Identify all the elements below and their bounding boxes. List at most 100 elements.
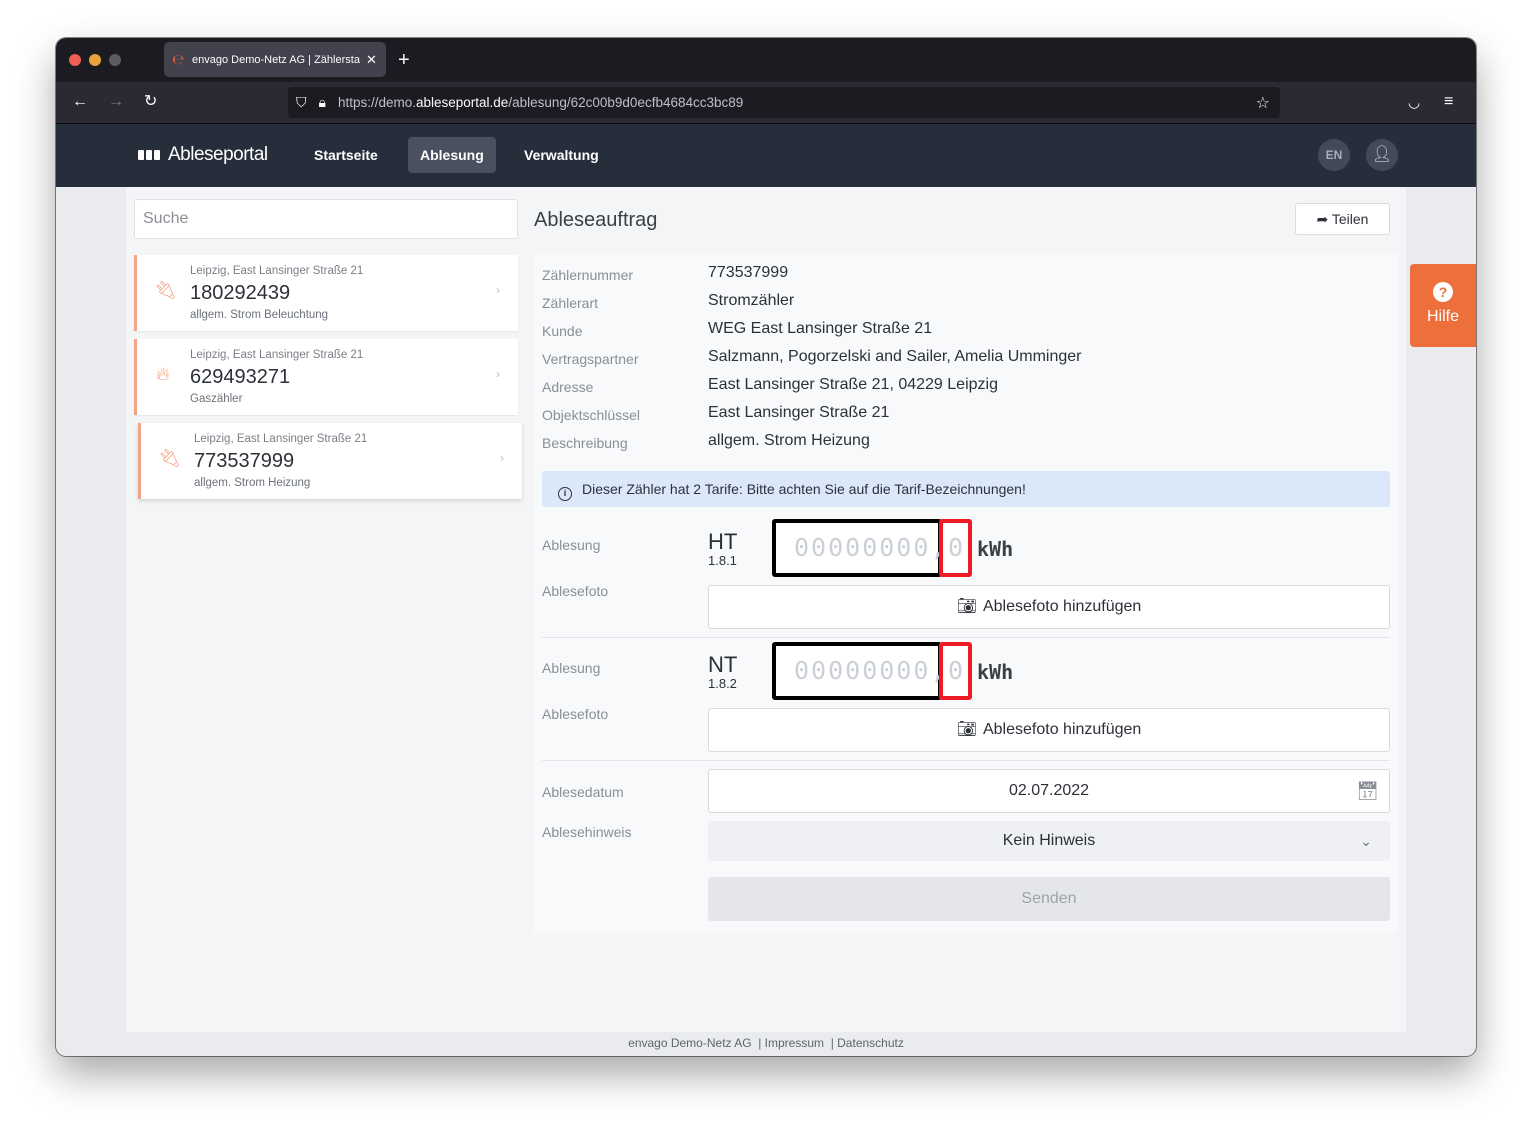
hint-value: Kein Hinweis xyxy=(1002,832,1096,849)
help-button[interactable]: ? Hilfe xyxy=(1410,264,1476,347)
nav-ablesung[interactable]: Ablesung xyxy=(408,137,496,173)
reading-unit: kWh xyxy=(977,660,1014,684)
shield-icon[interactable]: ⛉ xyxy=(296,94,307,111)
meter-list-item-selected[interactable]: 🔌︎ Leipzig, East Lansinger Straße 21 773… xyxy=(138,423,522,499)
detail-value: Salzmann, Pogorzelski and Sailer, Amelia… xyxy=(708,348,1082,365)
maximize-window-button[interactable] xyxy=(109,54,121,66)
detail-label: Objektschlüssel xyxy=(542,407,641,423)
plug-icon: 🔌︎ xyxy=(154,280,177,300)
help-label: Hilfe xyxy=(1426,308,1459,325)
tariff-code: NT xyxy=(708,652,738,677)
share-label: Teilen xyxy=(1331,211,1369,227)
detail-value: East Lansinger Straße 21 xyxy=(708,404,890,421)
meter-description: Gaszähler xyxy=(190,393,243,405)
hamburger-menu-icon[interactable]: ≡ xyxy=(1444,92,1453,112)
reading-digits-input[interactable]: 00000000, xyxy=(772,519,945,577)
tariff-info-alert: i Dieser Zähler hat 2 Tarife: Bitte achte… xyxy=(542,471,1390,507)
divider xyxy=(542,760,1390,761)
footer-company: envago Demo-Netz AG xyxy=(628,1036,752,1050)
tab-title: envago Demo-Netz AG | Zählerstand xyxy=(192,53,360,66)
tab-strip: ℮ envago Demo-Netz AG | Zählerstand ✕ + xyxy=(56,38,1476,82)
tariff-obis: 1.8.1 xyxy=(708,553,737,568)
meter-number: 773537999 xyxy=(194,450,295,472)
meter-description: allgem. Strom Beleuchtung xyxy=(190,309,329,321)
send-button[interactable]: Senden xyxy=(708,877,1390,921)
reading-date-input[interactable]: 02.07.2022 📅︎ xyxy=(708,769,1390,813)
search-input[interactable]: Suche xyxy=(134,199,518,239)
photo-label: Ablesefoto xyxy=(542,583,609,599)
detail-label: Beschreibung xyxy=(542,435,628,451)
camera-icon: 📷︎ xyxy=(956,721,977,738)
plug-icon: 🔌︎ xyxy=(158,448,181,468)
detail-label: Zählernummer xyxy=(542,267,634,283)
chevron-down-icon: ⌄ xyxy=(1360,833,1372,849)
chevron-right-icon: › xyxy=(500,451,504,465)
alert-text: Dieser Zähler hat 2 Tarife: Bitte achten… xyxy=(582,481,1026,497)
new-tab-icon[interactable]: + xyxy=(398,48,410,72)
detail-value: WEG East Lansinger Straße 21 xyxy=(708,320,933,337)
footer-imprint-link[interactable]: | Impressum xyxy=(758,1036,824,1050)
minimize-window-button[interactable] xyxy=(89,54,101,66)
tariff-obis: 1.8.2 xyxy=(708,676,737,691)
add-photo-button[interactable]: 📷︎ Ablesefoto hinzufügen xyxy=(708,585,1390,629)
nav-verwaltung[interactable]: Verwaltung xyxy=(512,137,611,173)
browser-window: ℮ envago Demo-Netz AG | Zählerstand ✕ + … xyxy=(56,38,1476,1056)
meter-address: Leipzig, East Lansinger Straße 21 xyxy=(190,265,364,277)
nav-startseite[interactable]: Startseite xyxy=(302,137,390,173)
date-label: Ablesedatum xyxy=(542,784,624,800)
photo-label: Ablesefoto xyxy=(542,706,609,722)
detail-label: Vertragspartner xyxy=(542,351,639,367)
detail-label: Adresse xyxy=(542,379,594,395)
back-arrow-icon[interactable]: ← xyxy=(72,92,88,112)
camera-icon: 📷︎ xyxy=(956,598,977,615)
close-window-button[interactable] xyxy=(69,54,81,66)
forward-arrow-icon[interactable]: → xyxy=(108,92,124,112)
reading-form: Zählernummer 773537999 Zählerart Stromzä… xyxy=(534,253,1398,933)
meter-number: 629493271 xyxy=(190,366,291,388)
language-switch-button[interactable]: EN xyxy=(1318,139,1350,171)
footer-privacy-link[interactable]: | Datenschutz xyxy=(831,1036,904,1050)
browser-toolbar: ← → ↻ ⛉ 🔒︎ https://demo.ableseportal.de/… xyxy=(56,82,1476,124)
chevron-right-icon: › xyxy=(496,283,500,297)
reading-decimal-input[interactable]: 0 xyxy=(939,642,972,700)
close-tab-icon[interactable]: ✕ xyxy=(366,52,377,68)
app-header: Ableseportal Startseite Ablesung Verwalt… xyxy=(56,124,1476,187)
logo-text: Ableseportal xyxy=(168,144,268,165)
bookmark-star-icon[interactable]: ☆ xyxy=(1256,93,1270,113)
detail-value: 773537999 xyxy=(708,264,789,281)
pocket-icon[interactable]: ◡ xyxy=(1408,92,1420,112)
divider xyxy=(542,637,1390,638)
lock-icon[interactable]: 🔒︎ xyxy=(319,94,326,111)
logo-mark-icon xyxy=(138,150,160,160)
user-avatar-icon[interactable]: 👤︎ xyxy=(1366,139,1398,171)
info-icon: i xyxy=(558,487,572,501)
detail-value: East Lansinger Straße 21, 04229 Leipzig xyxy=(708,376,998,393)
detail-value: allgem. Strom Heizung xyxy=(708,432,870,449)
footer: envago Demo-Netz AG | Impressum | Datens… xyxy=(56,1036,1476,1050)
add-photo-button[interactable]: 📷︎ Ablesefoto hinzufügen xyxy=(708,708,1390,752)
browser-tab[interactable]: ℮ envago Demo-Netz AG | Zählerstand ✕ xyxy=(164,42,386,77)
detail-label: Zählerart xyxy=(542,295,599,311)
detail-value: Stromzähler xyxy=(708,292,795,309)
add-photo-label: Ablesefoto hinzufügen xyxy=(982,598,1142,615)
calendar-icon[interactable]: 📅︎ xyxy=(1356,770,1379,812)
meter-list-item[interactable]: 🔥︎ Leipzig, East Lansinger Straße 21 629… xyxy=(134,339,518,415)
tariff-code: HT xyxy=(708,529,738,554)
share-arrow-icon: ➦ xyxy=(1316,211,1332,227)
meter-address: Leipzig, East Lansinger Straße 21 xyxy=(194,433,368,445)
share-button[interactable]: ➦ Teilen xyxy=(1295,203,1390,235)
logo[interactable]: Ableseportal xyxy=(138,144,268,166)
reading-digits-input[interactable]: 00000000, xyxy=(772,642,945,700)
question-circle-icon: ? xyxy=(1433,282,1453,302)
chevron-right-icon: › xyxy=(496,367,500,381)
add-photo-label: Ablesefoto hinzufügen xyxy=(982,721,1142,738)
reload-icon[interactable]: ↻ xyxy=(144,92,157,112)
reading-hint-select[interactable]: Kein Hinweis ⌄ xyxy=(708,821,1390,861)
url-bar[interactable]: ⛉ 🔒︎ https://demo.ableseportal.de/ablesu… xyxy=(288,87,1280,118)
url-text: https://demo.ableseportal.de/ablesung/62… xyxy=(337,95,744,110)
page-title: Ableseauftrag xyxy=(534,209,658,231)
reading-label: Ablesung xyxy=(542,537,601,553)
meter-list-item[interactable]: 🔌︎ Leipzig, East Lansinger Straße 21 180… xyxy=(134,255,518,331)
reading-decimal-input[interactable]: 0 xyxy=(939,519,972,577)
meter-description: allgem. Strom Heizung xyxy=(194,477,311,489)
